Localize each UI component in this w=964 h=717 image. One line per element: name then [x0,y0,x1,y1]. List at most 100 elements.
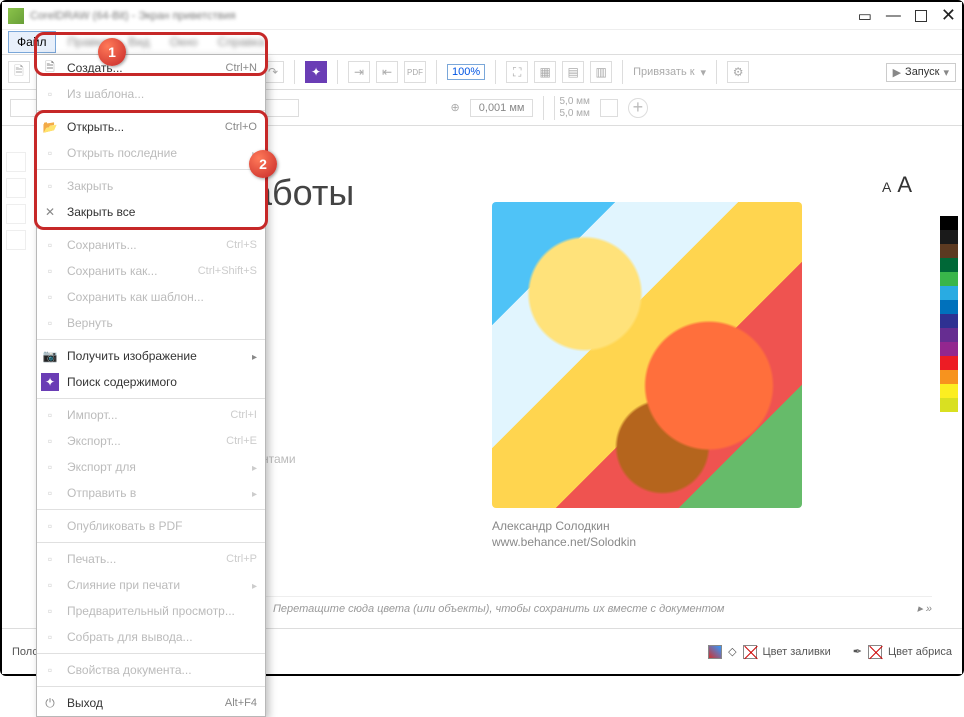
color-palette[interactable] [940,202,958,412]
save-template-icon: ▫ [41,288,59,306]
import-icon[interactable]: ⇥ [348,61,370,83]
menu-item-close-all[interactable]: ✕Закрыть все [37,199,265,225]
menu-label: Предварительный просмотр... [67,604,257,618]
new-doc-icon[interactable]: 🗎 [8,61,30,83]
search-icon: ✦ [41,373,59,391]
menu-window[interactable]: Окно [162,32,206,52]
menu-item-open[interactable]: 📂Открыть...Ctrl+O [37,114,265,140]
preview-icon: ▫ [41,602,59,620]
menu-file[interactable]: Файл [8,31,56,53]
tool-crop[interactable] [6,204,26,224]
title-bar: CorelDRAW (64-Bit) - Экран приветствия ▭… [2,2,962,30]
credit-link[interactable]: www.behance.net/Solodkin [492,534,636,550]
font-small-icon[interactable]: A [882,179,891,195]
export-for-icon: ▫ [41,458,59,476]
menu-label: Опубликовать в PDF [67,519,257,533]
font-size-toggle[interactable]: AA [882,172,912,198]
menu-item-template: ▫Из шаблона... [37,81,265,107]
add-icon[interactable]: + [628,98,648,118]
print-icon: ▫ [41,550,59,568]
color-swatch[interactable] [940,286,958,300]
color-swatch[interactable] [940,384,958,398]
launch-button[interactable]: ▶ Запуск ▾ [886,63,956,82]
menu-label: Сохранить как... [67,264,190,278]
menu-item-collect: ▫ Собрать для вывода... [37,624,265,650]
menu-item-send-to: ▫Отправить в [37,480,265,506]
menu-item-print-merge: ▫Слияние при печати [37,572,265,598]
menu-label: Поиск содержимого [67,375,257,389]
menu-item-props: ▫Свойства документа... [37,657,265,683]
menu-label: Выход [67,696,217,710]
user-icon[interactable]: ▭ [858,7,872,25]
treat-as-filled-icon[interactable] [600,99,618,117]
color-swatch[interactable] [940,314,958,328]
color-swatch[interactable] [940,216,958,230]
menu-item-acquire[interactable]: 📷Получить изображение [37,343,265,369]
color-swatch[interactable] [940,230,958,244]
menu-label: Свойства документа... [67,663,257,677]
color-swatch[interactable] [940,258,958,272]
rulers-icon[interactable]: ▦ [534,61,556,83]
callout-badge-1: 1 [98,38,126,66]
minimize-button[interactable]: — [886,7,901,24]
color-swatch[interactable] [940,272,958,286]
duplicate-offset[interactable]: 5,0 мм 5,0 мм [554,96,589,120]
menu-label: Печать... [67,552,218,566]
zoom-level[interactable]: 100% [447,64,485,80]
save-as-icon: ▫ [41,262,59,280]
featured-artwork [492,202,802,508]
maximize-button[interactable] [915,10,927,22]
left-toolbox [6,152,28,250]
menu-shortcut: Ctrl+P [226,553,257,565]
menu-label: Вернуть [67,316,257,330]
snap-to-label[interactable]: Привязать к [633,66,694,78]
menu-item-save-as: ▫ Сохранить как... Ctrl+Shift+S [37,258,265,284]
menu-item-new[interactable]: 🗎Создать...Ctrl+N [37,55,265,81]
menu-label: Собрать для вывода... [67,630,257,644]
color-swatch[interactable] [940,342,958,356]
pdf-icon[interactable]: PDF [404,61,426,83]
submenu-arrow-icon [252,460,257,474]
close-icon: ▫ [41,177,59,195]
color-swatch[interactable] [940,300,958,314]
export-icon[interactable]: ⇤ [376,61,398,83]
close-button[interactable]: ✕ [941,5,956,26]
menu-label: Импорт... [67,408,222,422]
fullscreen-icon[interactable]: ⛶ [506,61,528,83]
menu-label: Экспорт для [67,460,244,474]
options-icon[interactable]: ⚙ [727,61,749,83]
guides-icon[interactable]: ▥ [590,61,612,83]
color-swatch[interactable] [940,202,958,216]
nudge-field[interactable]: 0,001 мм [470,99,534,117]
menu-item-exit[interactable]: ⏻ВыходAlt+F4 [37,690,265,716]
grid-icon[interactable]: ▤ [562,61,584,83]
revert-icon: ▫ [41,314,59,332]
font-large-icon[interactable]: A [897,172,912,197]
menu-item-search[interactable]: ✦ Поиск содержимого [37,369,265,395]
color-swatch[interactable] [940,356,958,370]
print-merge-icon: ▫ [41,576,59,594]
outline-color-status[interactable]: ✒ Цвет абриса [853,645,952,659]
tool-pick[interactable] [6,152,26,172]
color-swatch[interactable] [940,398,958,412]
tool-zoom[interactable] [6,230,26,250]
collect-icon: ▫ [41,628,59,646]
no-fill-icon [743,645,757,659]
menu-help[interactable]: Справка [210,32,273,52]
submenu-arrow-icon [252,578,257,592]
tool-shape[interactable] [6,178,26,198]
menu-shortcut: Ctrl+O [225,121,257,133]
menu-shortcut: Ctrl+Shift+S [198,265,257,277]
color-swatch[interactable] [940,370,958,384]
launch-label: Запуск [905,66,939,78]
color-swatch[interactable] [940,244,958,258]
save-icon: ▫ [41,236,59,254]
play-icon: ▶ [893,66,901,79]
send-to-icon: ▫ [41,484,59,502]
color-swatch[interactable] [940,328,958,342]
acquire-icon: 📷 [41,347,59,365]
fill-color-status[interactable]: ◇ Цвет заливки [708,645,831,659]
menu-shortcut: Ctrl+S [226,239,257,251]
credit-name: Александр Солодкин [492,518,636,534]
search-content-icon[interactable]: ✦ [305,61,327,83]
